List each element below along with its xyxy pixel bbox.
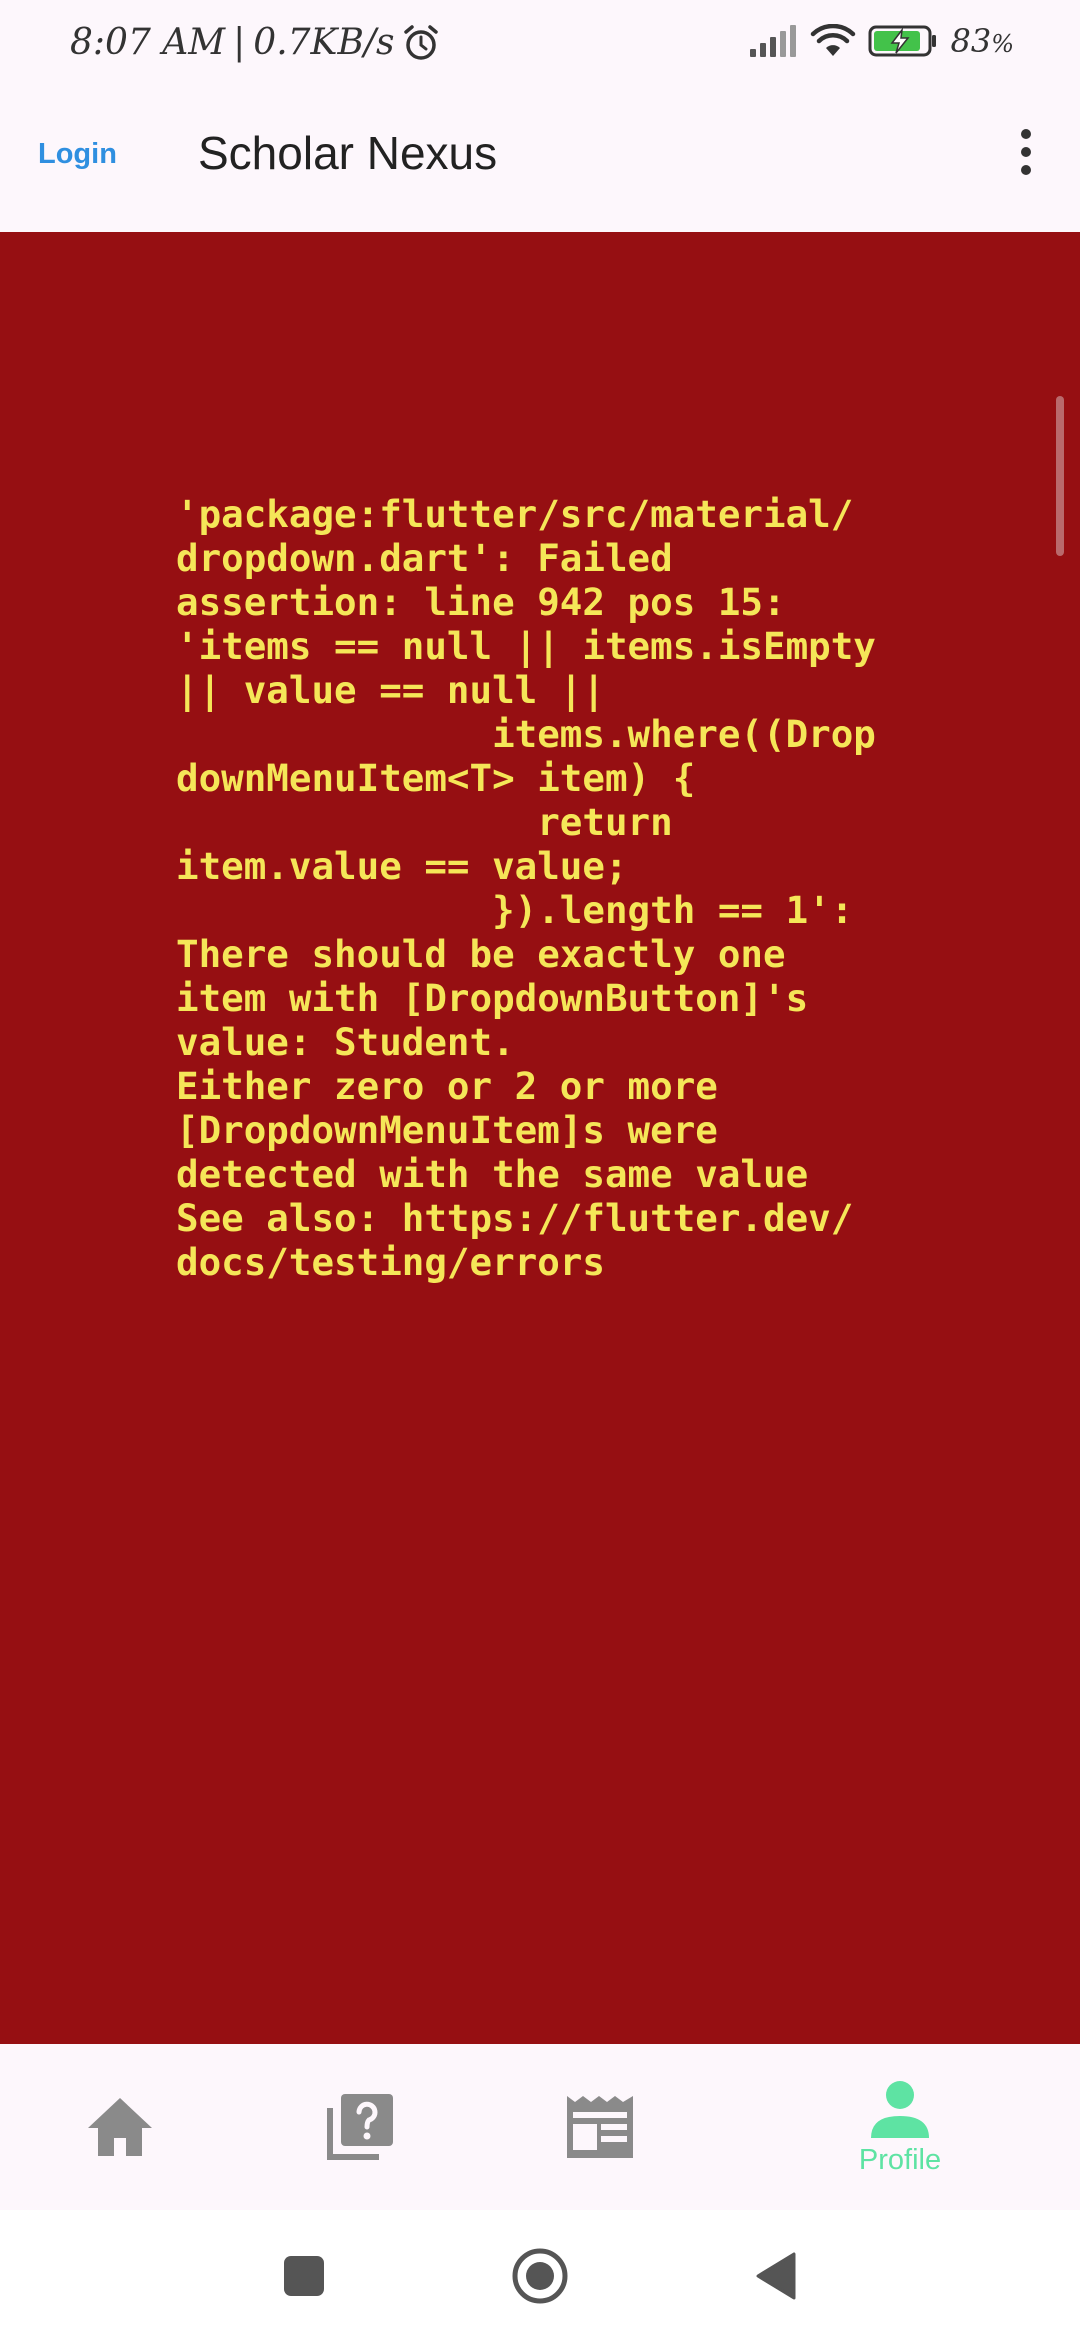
app-title: Scholar Nexus — [198, 127, 498, 179]
error-line: dropdown.dart': Failed — [176, 536, 673, 580]
app-bar: Login Scholar Nexus — [0, 96, 1080, 232]
status-separator: | — [233, 22, 246, 63]
status-right: 83% — [748, 22, 1014, 60]
nav-item-news[interactable] — [480, 2044, 720, 2210]
error-line: 'items == null || items.isEmpty — [176, 624, 876, 668]
error-line: || value == null || — [176, 668, 605, 712]
status-time: 8:07 AM — [70, 22, 226, 63]
more-vert-icon[interactable] — [994, 120, 1058, 184]
error-line: docs/testing/errors — [176, 1240, 605, 1284]
error-line: value: Student. — [176, 1020, 515, 1064]
alarm-icon — [403, 24, 438, 60]
error-panel: 'package:flutter/src/material/dropdown.d… — [0, 232, 1080, 2044]
error-line: 'package:flutter/src/material/ — [176, 492, 854, 536]
recents-square-icon[interactable] — [274, 2246, 334, 2306]
error-line: item with [DropdownButton]'s — [176, 976, 809, 1020]
error-line: items.where((Drop — [176, 712, 876, 756]
error-line: [DropdownMenuItem]s were — [176, 1108, 718, 1152]
error-message: 'package:flutter/src/material/dropdown.d… — [176, 492, 936, 1284]
status-network-speed: 0.7KB/s — [253, 22, 395, 63]
quiz-icon — [327, 2094, 393, 2160]
home-circle-icon[interactable] — [510, 2246, 570, 2306]
error-line: Either zero or 2 or more — [176, 1064, 718, 1108]
signal-icon — [750, 25, 797, 57]
system-navigation — [0, 2210, 1080, 2340]
battery-percent: 83% — [950, 22, 1014, 60]
nav-item-home[interactable] — [0, 2044, 240, 2210]
status-bar: 8:07 AM | 0.7KB/s 83% — [0, 0, 1080, 96]
error-line: return — [176, 800, 673, 844]
error-line: There should be exactly one — [176, 932, 786, 976]
error-line: assertion: line 942 pos 15: — [176, 580, 786, 624]
newspaper-icon — [567, 2096, 633, 2158]
status-left: 8:07 AM | 0.7KB/s — [70, 22, 441, 63]
error-line: See also: https://flutter.dev/ — [176, 1196, 854, 1240]
bottom-navigation: Profile — [0, 2044, 1080, 2210]
login-button[interactable]: Login — [38, 138, 117, 171]
error-line: item.value == value; — [176, 844, 628, 888]
wifi-icon — [811, 24, 856, 56]
person-icon — [871, 2080, 929, 2138]
error-line: downMenuItem<T> item) { — [176, 756, 696, 800]
nav-label-profile: Profile — [858, 2143, 942, 2176]
nav-item-profile[interactable]: Profile — [780, 2044, 1020, 2210]
battery-charging-icon — [868, 25, 937, 57]
home-icon — [88, 2098, 152, 2156]
error-line: }).length == 1': — [176, 888, 854, 932]
scrollbar-thumb[interactable] — [1056, 396, 1064, 556]
nav-item-quiz[interactable] — [240, 2044, 480, 2210]
back-triangle-icon[interactable] — [746, 2246, 806, 2306]
error-line: detected with the same value — [176, 1152, 809, 1196]
